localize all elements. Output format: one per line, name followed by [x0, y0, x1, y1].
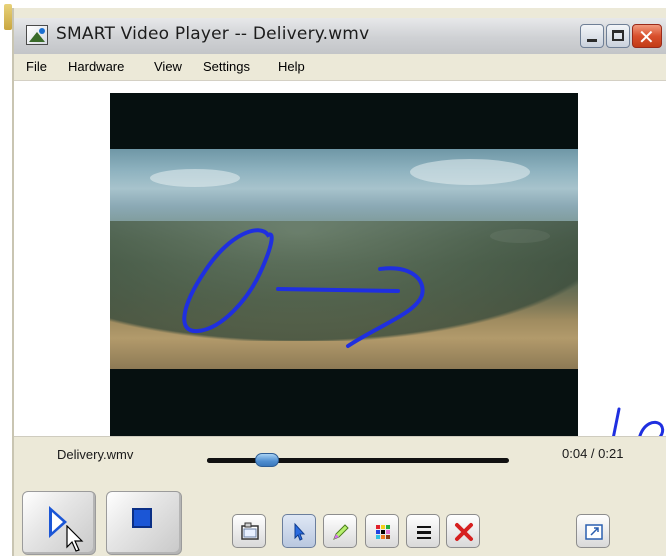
title-bar[interactable]: SMART Video Player -- Delivery.wmv ✕ — [14, 18, 666, 55]
pen-tool-button[interactable] — [323, 514, 357, 548]
seek-bar[interactable] — [207, 453, 509, 467]
select-tool-button[interactable] — [282, 514, 316, 548]
desktop-icon-fragment — [4, 4, 12, 30]
file-name-label: Delivery.wmv — [57, 447, 134, 462]
delete-ink-icon — [455, 523, 473, 541]
fullscreen-icon — [585, 524, 603, 540]
video-area[interactable] — [14, 81, 666, 441]
maximize-button[interactable] — [606, 24, 630, 48]
pen-icon — [333, 524, 349, 540]
minimize-icon — [587, 39, 597, 42]
menu-bar: File Hardware View Settings Help — [14, 54, 666, 81]
video-display[interactable] — [110, 93, 578, 436]
window-title: SMART Video Player -- Delivery.wmv — [56, 24, 370, 44]
capture-button[interactable] — [232, 514, 266, 548]
select-arrow-icon — [294, 522, 306, 541]
maximize-icon — [612, 30, 624, 41]
menu-settings[interactable]: Settings — [203, 59, 250, 74]
color-palette-icon — [376, 525, 390, 539]
line-width-icon — [417, 526, 431, 539]
desktop-background — [0, 0, 12, 556]
seek-thumb[interactable] — [255, 453, 279, 467]
ink-stroke-outside — [611, 407, 665, 441]
menu-view[interactable]: View — [154, 59, 182, 74]
play-icon-inner — [52, 512, 63, 532]
app-window: SMART Video Player -- Delivery.wmv ✕ Fil… — [12, 8, 666, 556]
menu-file[interactable]: File — [26, 59, 47, 74]
line-width-button[interactable] — [406, 514, 440, 548]
minimize-button[interactable] — [580, 24, 604, 48]
capture-icon — [241, 522, 259, 540]
ink-annotation — [182, 228, 425, 348]
close-icon: ✕ — [638, 25, 655, 49]
screen: SMART Video Player -- Delivery.wmv ✕ Fil… — [0, 0, 666, 556]
ink-line — [611, 407, 621, 441]
stop-icon — [132, 508, 152, 528]
stop-button[interactable] — [106, 491, 182, 555]
menu-help[interactable]: Help — [278, 59, 305, 74]
color-palette-button[interactable] — [365, 514, 399, 548]
ink-loop — [182, 228, 274, 334]
mouse-pointer-icon — [66, 525, 84, 552]
app-icon-mountain — [29, 32, 45, 42]
ink-arrow-head — [346, 266, 425, 348]
menu-hardware[interactable]: Hardware — [68, 59, 124, 74]
delete-ink-button[interactable] — [446, 514, 480, 548]
fullscreen-button[interactable] — [576, 514, 610, 548]
close-button[interactable]: ✕ — [632, 24, 662, 49]
time-readout: 0:04 / 0:21 — [562, 446, 624, 461]
playback-controls: Delivery.wmv 0:04 / 0:21 — [14, 436, 666, 556]
app-icon[interactable] — [26, 25, 48, 45]
ink-arrow-shaft — [276, 287, 400, 293]
